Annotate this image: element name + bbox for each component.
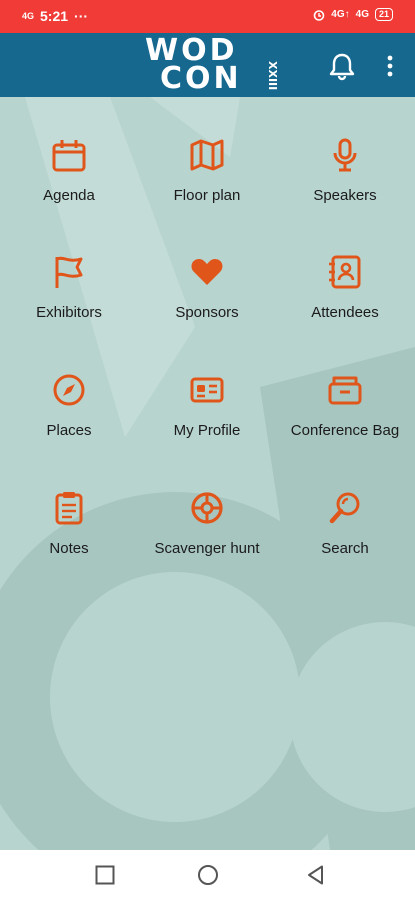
- system-nav-bar: [0, 850, 415, 900]
- menu-tile-scavenger-hunt[interactable]: Scavenger hunt: [138, 490, 276, 600]
- id-card-icon: [190, 377, 224, 403]
- flag-icon: [55, 256, 83, 288]
- menu-tile-conference-bag[interactable]: Conference Bag: [276, 372, 414, 482]
- menu-label: Speakers: [313, 187, 377, 204]
- back-icon[interactable]: [305, 864, 327, 886]
- more-options-icon[interactable]: [383, 54, 397, 78]
- menu-label: Attendees: [311, 304, 379, 321]
- map-icon: [190, 139, 224, 171]
- menu-label: Sponsors: [175, 304, 239, 321]
- main-grid-area: Agenda Floor plan Speakers Exhibitors Sp…: [0, 97, 415, 850]
- contacts-icon: [329, 255, 361, 289]
- menu-label: Floor plan: [173, 187, 241, 204]
- status-time: 5:21: [40, 8, 69, 24]
- status-right: 4G↑ 4G 21: [313, 8, 393, 21]
- menu-label: Exhibitors: [36, 304, 102, 321]
- signal-indicator: 4G: [355, 9, 369, 20]
- menu-tile-attendees[interactable]: Attendees: [276, 254, 414, 364]
- notifications-bell-icon[interactable]: [328, 51, 356, 81]
- status-bar: 4G 5:21 ··· 4G↑ 4G 21: [0, 0, 415, 33]
- compass-icon: [53, 374, 85, 406]
- menu-tile-sponsors[interactable]: Sponsors: [138, 254, 276, 364]
- status-left: 4G 5:21 ···: [22, 8, 88, 24]
- home-icon[interactable]: [197, 864, 219, 886]
- logo-line2: CON: [160, 61, 242, 96]
- menu-tile-places[interactable]: Places: [0, 372, 138, 482]
- menu-tile-my-profile[interactable]: My Profile: [138, 372, 276, 482]
- menu-tile-exhibitors[interactable]: Exhibitors: [0, 254, 138, 364]
- crosshair-icon: [191, 492, 223, 524]
- battery-icon: 21: [374, 8, 393, 21]
- menu-label: Search: [321, 540, 369, 557]
- search-icon: [329, 492, 360, 524]
- network-indicator: 4G: [22, 10, 35, 21]
- microphone-icon: [333, 138, 357, 172]
- menu-tile-search[interactable]: Search: [276, 490, 414, 600]
- menu-label: Conference Bag: [290, 422, 400, 439]
- status-more-dots: ···: [74, 8, 89, 24]
- menu-label: Agenda: [43, 187, 95, 204]
- menu-label: Scavenger hunt: [154, 540, 260, 557]
- app-logo: WOD CON XXIII: [140, 35, 280, 95]
- recent-apps-icon[interactable]: [94, 864, 116, 886]
- volte-indicator: 4G↑: [331, 9, 350, 20]
- menu-tile-agenda[interactable]: Agenda: [0, 137, 138, 247]
- bag-icon: [328, 376, 362, 405]
- logo-roman: XXIII: [266, 61, 279, 91]
- menu-tile-floor-plan[interactable]: Floor plan: [138, 137, 276, 247]
- alarm-icon: [313, 9, 325, 21]
- menu-label: Places: [46, 422, 92, 439]
- notes-icon: [55, 492, 83, 525]
- menu-tile-notes[interactable]: Notes: [0, 490, 138, 600]
- menu-label: My Profile: [173, 422, 241, 439]
- calendar-icon: [52, 140, 86, 172]
- menu-label: Notes: [49, 540, 89, 557]
- menu-tile-speakers[interactable]: Speakers: [276, 137, 414, 247]
- heart-icon: [191, 259, 223, 285]
